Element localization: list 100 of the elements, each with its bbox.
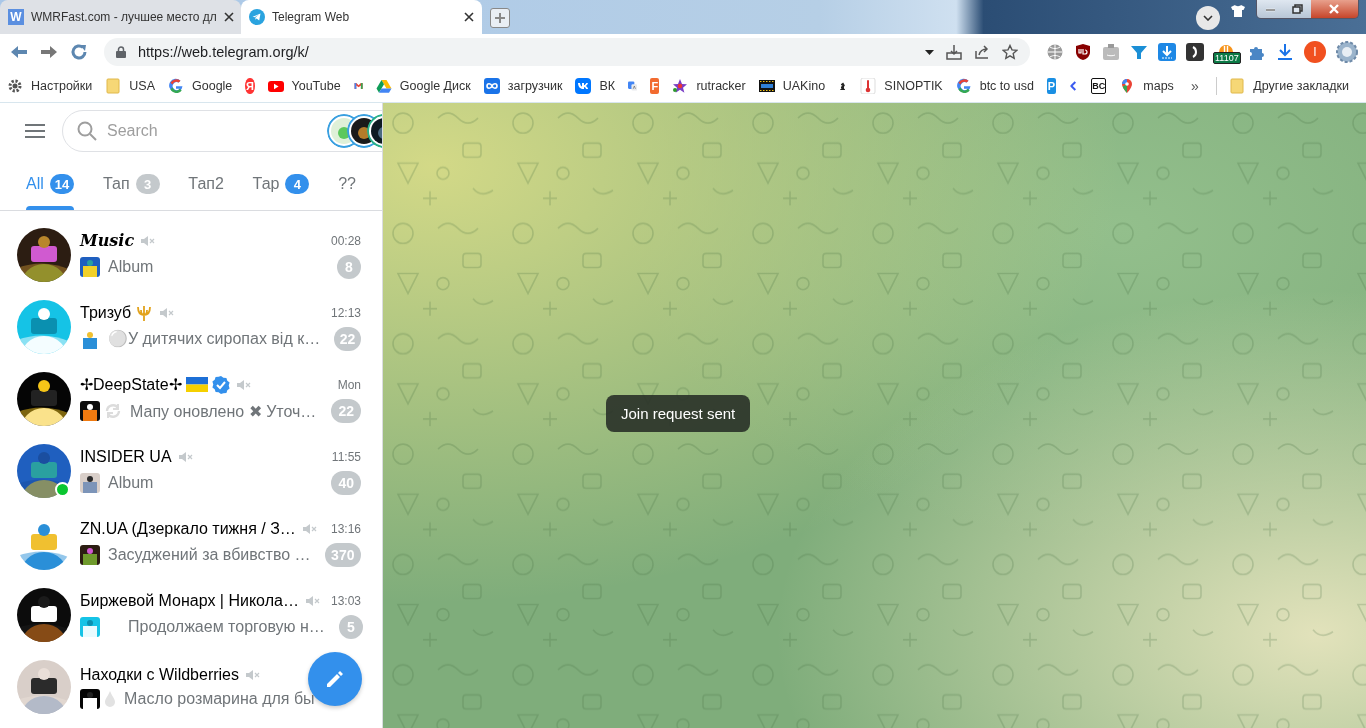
close-icon bbox=[1327, 3, 1342, 15]
refresh-icon bbox=[104, 402, 122, 420]
translate-icon[interactable] bbox=[628, 78, 638, 94]
chat-item[interactable]: INSIDER UA 11:55 Album 40 bbox=[0, 435, 382, 507]
bookmark-link[interactable]: UAKino bbox=[758, 78, 826, 94]
restore-icon bbox=[1290, 3, 1305, 15]
unread-count: 370 bbox=[324, 542, 361, 567]
unread-count: 4 bbox=[285, 174, 310, 194]
more-bookmarks-button[interactable]: » bbox=[1186, 78, 1203, 94]
new-tab-button[interactable] bbox=[490, 8, 510, 28]
shirt-icon[interactable] bbox=[1230, 4, 1246, 18]
bookmark-link[interactable]: Google bbox=[168, 78, 233, 94]
chat-time: Mon bbox=[337, 377, 361, 392]
download-icon[interactable] bbox=[1158, 43, 1176, 61]
unread-count: 14 bbox=[49, 174, 75, 194]
download-icon[interactable] bbox=[1276, 43, 1294, 61]
profile-button[interactable]: I bbox=[1304, 41, 1326, 63]
browser-tab[interactable]: Telegram Web bbox=[241, 0, 482, 34]
tab-search-button[interactable] bbox=[1196, 6, 1220, 30]
caret-icon[interactable] bbox=[925, 49, 934, 55]
folder-tab[interactable]: Тап 3 bbox=[90, 158, 173, 210]
chat-name: INSIDER UA bbox=[80, 447, 172, 466]
chat-name: Биржевой Монарх | Никола… bbox=[80, 591, 299, 610]
chat-item[interactable]: 𝑴𝒖𝒔𝒊𝒄 00:28 Album 8 bbox=[0, 219, 382, 291]
film-icon bbox=[758, 78, 775, 94]
message-preview: Засуджений за вбивство … bbox=[108, 545, 311, 564]
unread-count: 40 bbox=[331, 470, 361, 495]
unread-count: 22 bbox=[334, 326, 361, 351]
unread-count: 8 bbox=[337, 255, 361, 279]
chat-name: Находки с Wildberries bbox=[80, 665, 239, 684]
bookmark-link[interactable]: Настройки bbox=[7, 78, 93, 94]
close-button[interactable] bbox=[1311, 0, 1358, 18]
settings-icon bbox=[7, 78, 23, 94]
globe-icon[interactable] bbox=[1046, 43, 1064, 61]
menu-button[interactable] bbox=[25, 122, 45, 139]
chevron-icon bbox=[1203, 15, 1213, 21]
trident-icon bbox=[135, 303, 154, 322]
play-icon bbox=[267, 78, 284, 94]
star-icon bbox=[672, 78, 689, 94]
chat-time: 13:03 bbox=[330, 593, 361, 608]
extension-badge: 11107 bbox=[1213, 52, 1241, 64]
download-icon[interactable] bbox=[946, 44, 962, 60]
close-tab-button[interactable] bbox=[464, 12, 474, 22]
unread-count: 22 bbox=[331, 399, 361, 423]
lock-icon bbox=[116, 46, 126, 58]
pencil-icon bbox=[325, 669, 345, 689]
terminal-icon[interactable] bbox=[1186, 43, 1204, 61]
chat-name: ZN.UA (Дзеркало тижня / З… bbox=[80, 519, 296, 538]
maximize-button[interactable] bbox=[1284, 0, 1311, 18]
bookmark-folder[interactable]: Другие закладки bbox=[1229, 78, 1350, 94]
close-tab-button[interactable] bbox=[223, 12, 234, 22]
favicon-icon[interactable]: Я bbox=[245, 78, 255, 94]
filter-icon[interactable] bbox=[1130, 43, 1148, 61]
chat-name: 𝑴𝒖𝒔𝒊𝒄 bbox=[80, 231, 135, 250]
chat-time: 00:28 bbox=[330, 233, 361, 248]
browser-tab[interactable]: W WMRFast.com - лучшее место дл bbox=[0, 0, 241, 34]
bookmark-link[interactable]: Google Диск bbox=[375, 78, 471, 94]
folder-tab[interactable]: ?? bbox=[325, 158, 369, 210]
bag-icon[interactable] bbox=[1102, 43, 1120, 61]
address-bar[interactable]: https://web.telegram.org/k/ bbox=[104, 38, 1030, 66]
thermometer-icon bbox=[860, 78, 877, 94]
message-preview: ⚪У дитячих сиропах від к… bbox=[108, 329, 321, 348]
star-icon[interactable] bbox=[1002, 44, 1018, 60]
chat-time: 12:13 bbox=[330, 305, 361, 320]
folder-tab[interactable]: Тар 4 bbox=[239, 158, 323, 210]
chat-name: Тризуб bbox=[80, 303, 132, 322]
bookmark-link[interactable]: btc to usd bbox=[955, 78, 1034, 94]
gear-icon[interactable] bbox=[1336, 41, 1358, 63]
flag-icon bbox=[185, 377, 208, 392]
google-icon bbox=[168, 78, 184, 94]
bookmark-link[interactable]: YouTube bbox=[267, 78, 341, 94]
message-preview: Album bbox=[108, 473, 154, 492]
bookmark-link[interactable]: USA bbox=[105, 78, 155, 94]
shield-icon[interactable] bbox=[1074, 43, 1092, 61]
toast-message: Join request sent bbox=[606, 395, 751, 432]
chat-item[interactable]: Находки с Wildberries Масло розмарина для бы bbox=[0, 651, 382, 723]
folder-tab[interactable]: Тап2 bbox=[175, 158, 237, 210]
bookmark-link[interactable]: rutracker bbox=[672, 78, 746, 94]
unread-count: 3 bbox=[135, 174, 160, 194]
triangle-icon bbox=[375, 78, 392, 94]
bookmark-link[interactable]: загрузчик bbox=[483, 78, 563, 94]
message-preview: Продолжаем торговую н… bbox=[128, 617, 325, 636]
favicon-icon[interactable]: BC bbox=[1091, 78, 1107, 94]
drop-icon bbox=[104, 689, 116, 708]
chat-time: 13:16 bbox=[330, 521, 361, 536]
chat-item[interactable]: ZN.UA (Дзеркало тижня / З… 13:16 Засуджений за вбивство … 370 bbox=[0, 507, 382, 579]
telegram-icon bbox=[249, 9, 265, 25]
folder-icon bbox=[105, 78, 122, 94]
unread-count: 5 bbox=[338, 614, 363, 639]
bookmark-link[interactable]: ВК bbox=[575, 78, 615, 94]
favicon-icon: W bbox=[8, 9, 24, 25]
plus-icon bbox=[494, 12, 506, 24]
chat-item[interactable]: ✢DeepState✢ Mon Мапу оновлено ✖ Уточ… 22 bbox=[0, 363, 382, 435]
chevron-icon[interactable] bbox=[1069, 78, 1079, 94]
bookmark-link[interactable]: SINOPTIK bbox=[860, 78, 943, 94]
close-icon bbox=[464, 12, 474, 22]
bookmark-link[interactable]: maps bbox=[1119, 78, 1174, 94]
share-icon[interactable] bbox=[974, 44, 990, 60]
infinity-icon bbox=[483, 78, 500, 94]
message-preview: Мапу оновлено ✖ Уточ… bbox=[130, 401, 317, 421]
